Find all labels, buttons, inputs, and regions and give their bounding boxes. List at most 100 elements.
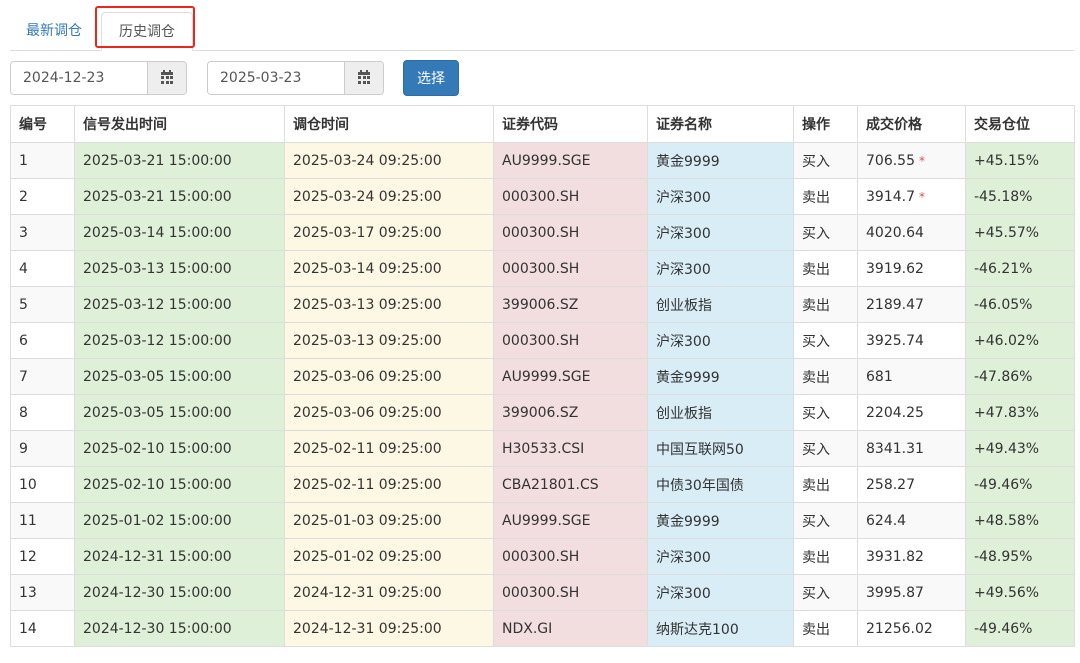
cell-id-text: 7 [19,368,28,385]
cell-name-text: 沪深300 [656,225,711,242]
cell-code: H30533.CSI [493,430,648,467]
cell-name: 沪深300 [647,322,794,359]
cell-position: -48.95% [965,538,1075,575]
cell-code-text: H30533.CSI [502,440,585,457]
cell-code: 399006.SZ [493,394,648,431]
cell-signal-time: 2025-03-12 15:00:00 [74,322,285,359]
column-header-name: 证券名称 [647,105,794,143]
cell-rebalance-time-text: 2025-03-17 09:25:00 [293,224,442,241]
cell-signal-time-text: 2024-12-30 15:00:00 [83,584,232,601]
tab-history-rebalance[interactable]: 历史调仓 [101,12,193,51]
cell-code-text: NDX.GI [502,620,553,637]
cell-signal-time-text: 2025-03-12 15:00:00 [83,332,232,349]
cell-signal-time-text: 2025-03-14 15:00:00 [83,224,232,241]
cell-signal-time: 2025-02-10 15:00:00 [74,466,285,503]
cell-price-text: 4020.64 [866,224,924,241]
cell-operation-text: 买入 [802,333,830,350]
cell-code-text: 000300.SH [502,224,580,241]
cell-id: 5 [10,286,75,323]
cell-code-text: 000300.SH [502,332,580,349]
cell-id: 6 [10,322,75,359]
cell-position: +45.15% [965,142,1075,179]
cell-signal-time: 2025-03-21 15:00:00 [74,142,285,179]
table-row: 2 2025-03-21 15:00:00 2025-03-24 09:25:00 0… [10,178,1075,215]
cell-rebalance-time: 2025-03-13 09:25:00 [284,322,494,359]
cell-name: 沪深300 [647,178,794,215]
cell-signal-time-text: 2025-03-12 15:00:00 [83,296,232,313]
cell-rebalance-time-text: 2025-01-02 09:25:00 [293,548,442,565]
cell-code: 000300.SH [493,250,648,287]
cell-signal-time: 2024-12-30 15:00:00 [74,574,285,611]
cell-code-text: AU9999.SGE [502,152,591,169]
rebalance-history-table: 编号 信号发出时间 调仓时间 证券代码 证券名称 操作 成交价格 交易仓位 12… [10,105,1075,647]
cell-id-text: 13 [19,584,37,601]
cell-operation: 卖出 [793,358,858,395]
table-row: 8 2025-03-05 15:00:00 2025-03-06 09:25:00 3… [10,394,1075,431]
cell-signal-time-text: 2025-02-10 15:00:00 [83,476,232,493]
tab-latest-rebalance[interactable]: 最新调仓 [10,12,98,50]
cell-operation-text: 卖出 [802,261,830,278]
cell-signal-time: 2024-12-30 15:00:00 [74,610,285,647]
cell-rebalance-time-text: 2025-03-24 09:25:00 [293,188,442,205]
cell-position: +46.02% [965,322,1075,359]
cell-price: 4020.64 [857,214,966,251]
cell-signal-time: 2025-03-13 15:00:00 [74,250,285,287]
cell-rebalance-time-text: 2025-02-11 09:25:00 [293,476,442,493]
end-date-input[interactable] [208,62,344,94]
table-row: 13 2024-12-30 15:00:00 2024-12-31 09:25:00… [10,574,1075,611]
cell-price: 3925.74 [857,322,966,359]
cell-price-text: 2189.47 [866,296,924,313]
cell-signal-time-text: 2025-03-21 15:00:00 [83,152,232,169]
cell-id: 14 [10,610,75,647]
cell-name-text: 沪深300 [656,261,711,278]
cell-id-text: 2 [19,188,28,205]
cell-id-text: 14 [19,620,37,637]
cell-price: 8341.31 [857,430,966,467]
cell-operation: 卖出 [793,178,858,215]
cell-name: 创业板指 [647,394,794,431]
cell-operation: 卖出 [793,466,858,503]
cell-signal-time: 2025-03-21 15:00:00 [74,178,285,215]
cell-operation-text: 买入 [802,585,830,602]
table-row: 9 2025-02-10 15:00:00 2025-02-11 09:25:00 H… [10,430,1075,467]
cell-operation: 买入 [793,142,858,179]
start-date-picker-button[interactable] [147,62,186,94]
cell-rebalance-time-text: 2025-03-14 09:25:00 [293,260,442,277]
cell-position: +49.43% [965,430,1075,467]
table-row: 5 2025-03-12 15:00:00 2025-03-13 09:25:00 3… [10,286,1075,323]
cell-name-text: 沪深300 [656,585,711,602]
cell-price-text: 3925.74 [866,332,924,349]
cell-rebalance-time: 2025-01-02 09:25:00 [284,538,494,575]
cell-code: 000300.SH [493,178,648,215]
cell-price: 2204.25 [857,394,966,431]
cell-rebalance-time-text: 2024-12-31 09:25:00 [293,620,442,637]
cell-code: NDX.GI [493,610,648,647]
select-button[interactable]: 选择 [403,60,459,96]
cell-rebalance-time-text: 2024-12-31 09:25:00 [293,584,442,601]
cell-position-text: -46.21% [974,260,1033,277]
cell-code-text: 000300.SH [502,260,580,277]
cell-name-text: 黄金9999 [656,153,720,170]
table-row: 11 2025-01-02 15:00:00 2025-01-03 09:25:00… [10,502,1075,539]
column-header-position: 交易仓位 [965,105,1075,143]
cell-name-text: 中国互联网50 [656,441,744,458]
cell-code-text: 000300.SH [502,548,580,565]
cell-code-text: 000300.SH [502,584,580,601]
cell-position-text: -47.86% [974,368,1033,385]
cell-operation-text: 买入 [802,153,830,170]
start-date-input[interactable] [11,62,147,94]
cell-operation-text: 买入 [802,405,830,422]
cell-rebalance-time-text: 2025-02-11 09:25:00 [293,440,442,457]
cell-signal-time-text: 2025-03-05 15:00:00 [83,368,232,385]
table-row: 10 2025-02-10 15:00:00 2025-02-11 09:25:00… [10,466,1075,503]
cell-rebalance-time: 2025-01-03 09:25:00 [284,502,494,539]
cell-position: +47.83% [965,394,1075,431]
cell-id: 13 [10,574,75,611]
end-date-picker-button[interactable] [344,62,383,94]
star-mark: * [919,189,925,204]
cell-position: +49.56% [965,574,1075,611]
cell-price-text: 681 [866,368,893,385]
cell-price-text: 3931.82 [866,548,924,565]
cell-rebalance-time-text: 2025-03-13 09:25:00 [293,332,442,349]
cell-operation-text: 卖出 [802,189,830,206]
